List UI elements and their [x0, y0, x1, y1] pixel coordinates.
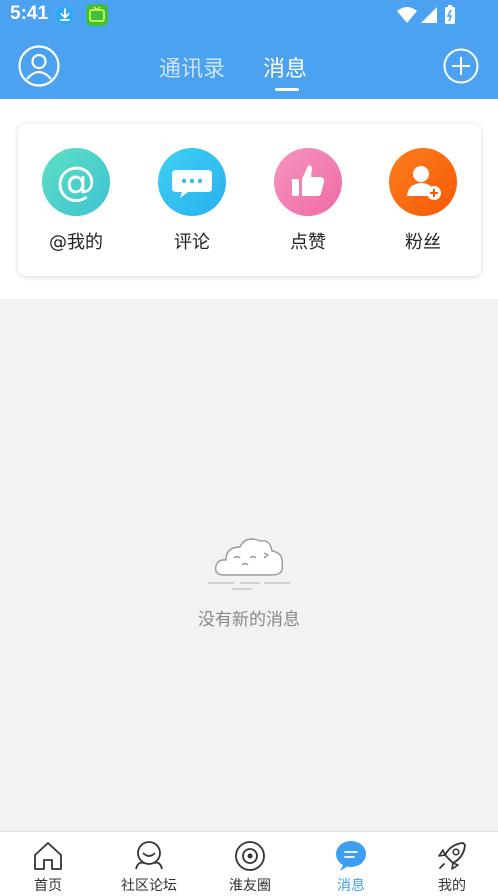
app-notification-icon: [86, 4, 108, 26]
nav-me[interactable]: 我的: [402, 832, 498, 896]
nav-label: 我的: [438, 878, 466, 894]
status-bar: 5:41: [0, 0, 498, 30]
nav-label: 消息: [337, 878, 365, 894]
empty-state-text: 没有新的消息: [198, 610, 300, 630]
home-icon: [34, 842, 62, 870]
header: 通讯录 消息: [0, 30, 498, 99]
category-likes[interactable]: 点赞: [258, 148, 358, 254]
rocket-icon: [438, 842, 466, 870]
category-fans[interactable]: 粉丝: [373, 148, 473, 254]
message-icon: [336, 841, 366, 871]
tab-contacts[interactable]: 通讯录: [159, 51, 225, 83]
at-icon: @: [42, 148, 110, 216]
nav-community[interactable]: 社区论坛: [99, 832, 199, 896]
tab-messages[interactable]: 消息: [263, 51, 307, 83]
status-time: 5:41: [10, 3, 49, 24]
active-tab-indicator: [275, 88, 299, 91]
category-label: 点赞: [290, 232, 326, 253]
nav-friend-circle[interactable]: 淮友圈: [200, 832, 300, 896]
system-status-icons: [397, 5, 455, 24]
user-avatar-icon[interactable]: [18, 45, 60, 87]
nav-label: 首页: [34, 878, 62, 894]
add-fan-icon: [389, 148, 457, 216]
comment-bubble-icon: [158, 148, 226, 216]
download-icon: [55, 5, 75, 25]
svg-text:@: @: [56, 159, 96, 205]
add-icon[interactable]: [443, 48, 479, 84]
nav-label: 社区论坛: [121, 878, 177, 894]
category-at-me[interactable]: @ @我的: [26, 148, 126, 254]
nav-label: 淮友圈: [229, 878, 271, 894]
nav-home[interactable]: 首页: [0, 832, 98, 896]
sleepy-cloud-icon: [208, 538, 290, 590]
category-label: 粉丝: [405, 232, 441, 253]
nav-messages[interactable]: 消息: [301, 832, 401, 896]
category-label: 评论: [174, 232, 210, 253]
friend-circle-icon: [235, 841, 265, 871]
thumbs-up-icon: [274, 148, 342, 216]
community-icon: [135, 841, 163, 870]
category-label: @我的: [49, 232, 103, 253]
bottom-navigation: 首页 社区论坛 淮友圈 消息 我的: [0, 831, 498, 896]
category-comments[interactable]: 评论: [142, 148, 242, 254]
message-categories-card: @ @我的 评论 点赞 粉丝: [18, 124, 481, 276]
